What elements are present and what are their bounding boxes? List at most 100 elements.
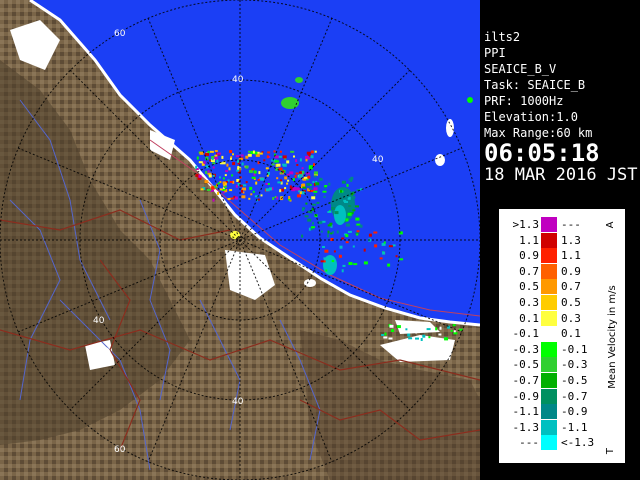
range-label-60-south: 60 (114, 445, 126, 455)
echo-pixel (453, 332, 458, 335)
echo-pixel (327, 211, 332, 213)
echo-pixel (267, 151, 271, 154)
echo-pixel (313, 187, 318, 191)
echo-pixel (227, 198, 231, 200)
scan-time: 06:05:18 (484, 139, 600, 167)
echo-pixel (295, 159, 298, 163)
echo-pixel (284, 187, 287, 190)
echo-pixel (229, 181, 233, 183)
echo-pixel (209, 150, 214, 153)
echo-pixel (219, 176, 221, 179)
range-label-40-north: 40 (232, 75, 244, 85)
legend-lower-bound: -0.5 (512, 358, 540, 372)
echo-pixel (338, 254, 342, 258)
legend-upper-bound: -0.5 (561, 374, 588, 387)
echo-pixel (297, 194, 301, 198)
echo-pixel (267, 183, 270, 185)
legend-lower-bound: -0.9 (512, 389, 540, 403)
elevation-value: Elevation:1.0 (484, 110, 578, 124)
echo-pixel (301, 184, 306, 187)
echo-pixel (345, 241, 349, 244)
radar-ppi-view[interactable]: 40 40 40 40 60 60 (0, 0, 480, 480)
echo-pixel (415, 337, 419, 340)
scan-mode: PPI (484, 46, 506, 60)
echo-pixel (384, 332, 387, 336)
echo-pixel (198, 174, 202, 178)
echo-pixel (286, 160, 290, 164)
legend-lower-bound: 0.5 (519, 280, 539, 294)
legend-color-swatch (541, 326, 557, 342)
echo-pixel (277, 181, 282, 184)
legend-color-swatch (541, 263, 557, 279)
legend-color-swatch (541, 404, 557, 420)
echo-pixel (298, 171, 302, 174)
legend-lower-bound: 0.3 (519, 296, 539, 309)
legend-upper-bound: -0.3 (561, 358, 588, 372)
echo-pixel (207, 172, 212, 175)
echo-pixel (245, 165, 249, 169)
echo-pixel (208, 174, 212, 178)
legend-upper-bound: <-1.3 (561, 436, 595, 450)
echo-pixel (322, 190, 327, 193)
echo-pixel (347, 230, 352, 233)
legend-color-swatch (541, 388, 557, 404)
echo-pixel (327, 234, 329, 238)
echo-pixel (381, 334, 385, 336)
legend-upper-bound: -1.1 (561, 420, 588, 434)
echo-pixel (341, 180, 346, 184)
echo-pixel (200, 188, 204, 191)
echo-pixel (217, 192, 219, 195)
echo-pixel (248, 150, 251, 153)
echo-pixel (265, 167, 269, 170)
echo-pixel (399, 258, 404, 261)
echo-pixel (331, 207, 336, 210)
echo-pixel (214, 150, 218, 152)
echo-pixel (211, 187, 215, 190)
echo-pixel (356, 230, 360, 233)
echo-pixel (383, 336, 388, 339)
echo-pixel (241, 189, 243, 193)
legend-lower-bound: 0.7 (519, 264, 539, 278)
echo-pixel (251, 176, 256, 179)
legend-color-swatch (541, 341, 557, 357)
echo-pixel (302, 186, 307, 189)
echo-pixel (353, 263, 358, 266)
echo-pixel (290, 150, 295, 153)
echo-pixel (266, 155, 269, 159)
legend-title: Mean Velocity in m/s (607, 285, 618, 388)
legend-upper-bound: --- (561, 218, 581, 231)
echo-pixel (420, 338, 423, 341)
echo-pixel (318, 178, 323, 181)
echo-pixel (245, 181, 248, 184)
echo-pixel (276, 196, 279, 200)
legend-upper-bound: 1.1 (561, 249, 581, 263)
echo-pixel (206, 189, 211, 191)
echo-pixel (212, 162, 216, 165)
echo-pixel (350, 176, 354, 180)
echo-pixel (225, 170, 229, 173)
echo-pixel (307, 175, 311, 179)
legend-upper-bound: -0.1 (561, 342, 588, 356)
echo-pixel (212, 166, 215, 169)
echo-pixel (304, 215, 309, 218)
echo-pixel (310, 155, 314, 159)
echo-pixel (295, 172, 299, 175)
echo-pixel (217, 182, 220, 185)
echo-pixel (224, 182, 227, 186)
product-name: SEAICE_B_V (484, 62, 557, 76)
echo-pixel (307, 157, 310, 160)
echo-pixel (313, 175, 317, 178)
echo-pixel (368, 233, 372, 237)
echo-pixel (245, 155, 249, 159)
echo-pixel (333, 250, 336, 253)
echo-pixel (286, 173, 290, 176)
echo-pixel (355, 217, 360, 221)
echo-pixel (313, 163, 315, 167)
echo-pixel (259, 152, 263, 155)
echo-pixel (388, 245, 393, 248)
echo-pixel (195, 165, 198, 169)
echo-pixel (316, 201, 320, 204)
echo-pixel (421, 328, 425, 331)
echo-pixel (240, 154, 244, 157)
echo-pixel (231, 174, 234, 177)
